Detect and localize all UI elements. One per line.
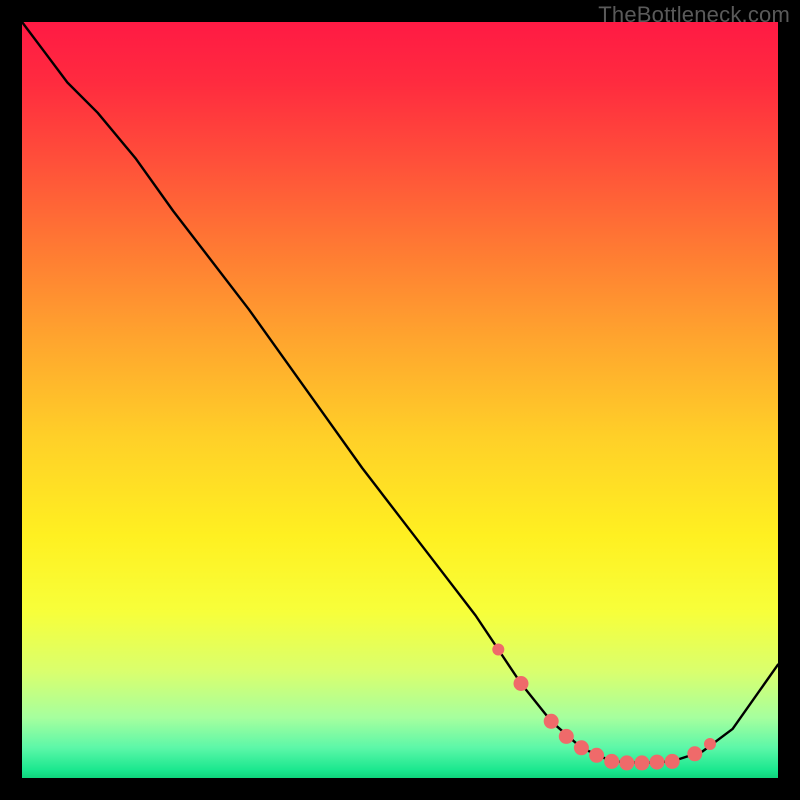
marker-dot xyxy=(650,755,664,769)
marker-dot xyxy=(559,729,573,743)
marker-dot xyxy=(605,754,619,768)
gradient-plot-area xyxy=(22,22,778,778)
marker-dot xyxy=(574,741,588,755)
marker-dot xyxy=(590,748,604,762)
marker-dot xyxy=(705,739,716,750)
marker-dot xyxy=(620,756,634,770)
marker-dot xyxy=(688,747,702,761)
marker-dot xyxy=(665,754,679,768)
highlighted-markers xyxy=(493,644,716,770)
marker-dot xyxy=(514,677,528,691)
outer-frame: TheBottleneck.com xyxy=(0,0,800,800)
marker-dot xyxy=(635,756,649,770)
marker-dot xyxy=(493,644,504,655)
marker-dot xyxy=(544,714,558,728)
bottleneck-curve xyxy=(22,22,778,763)
curve-layer xyxy=(22,22,778,778)
